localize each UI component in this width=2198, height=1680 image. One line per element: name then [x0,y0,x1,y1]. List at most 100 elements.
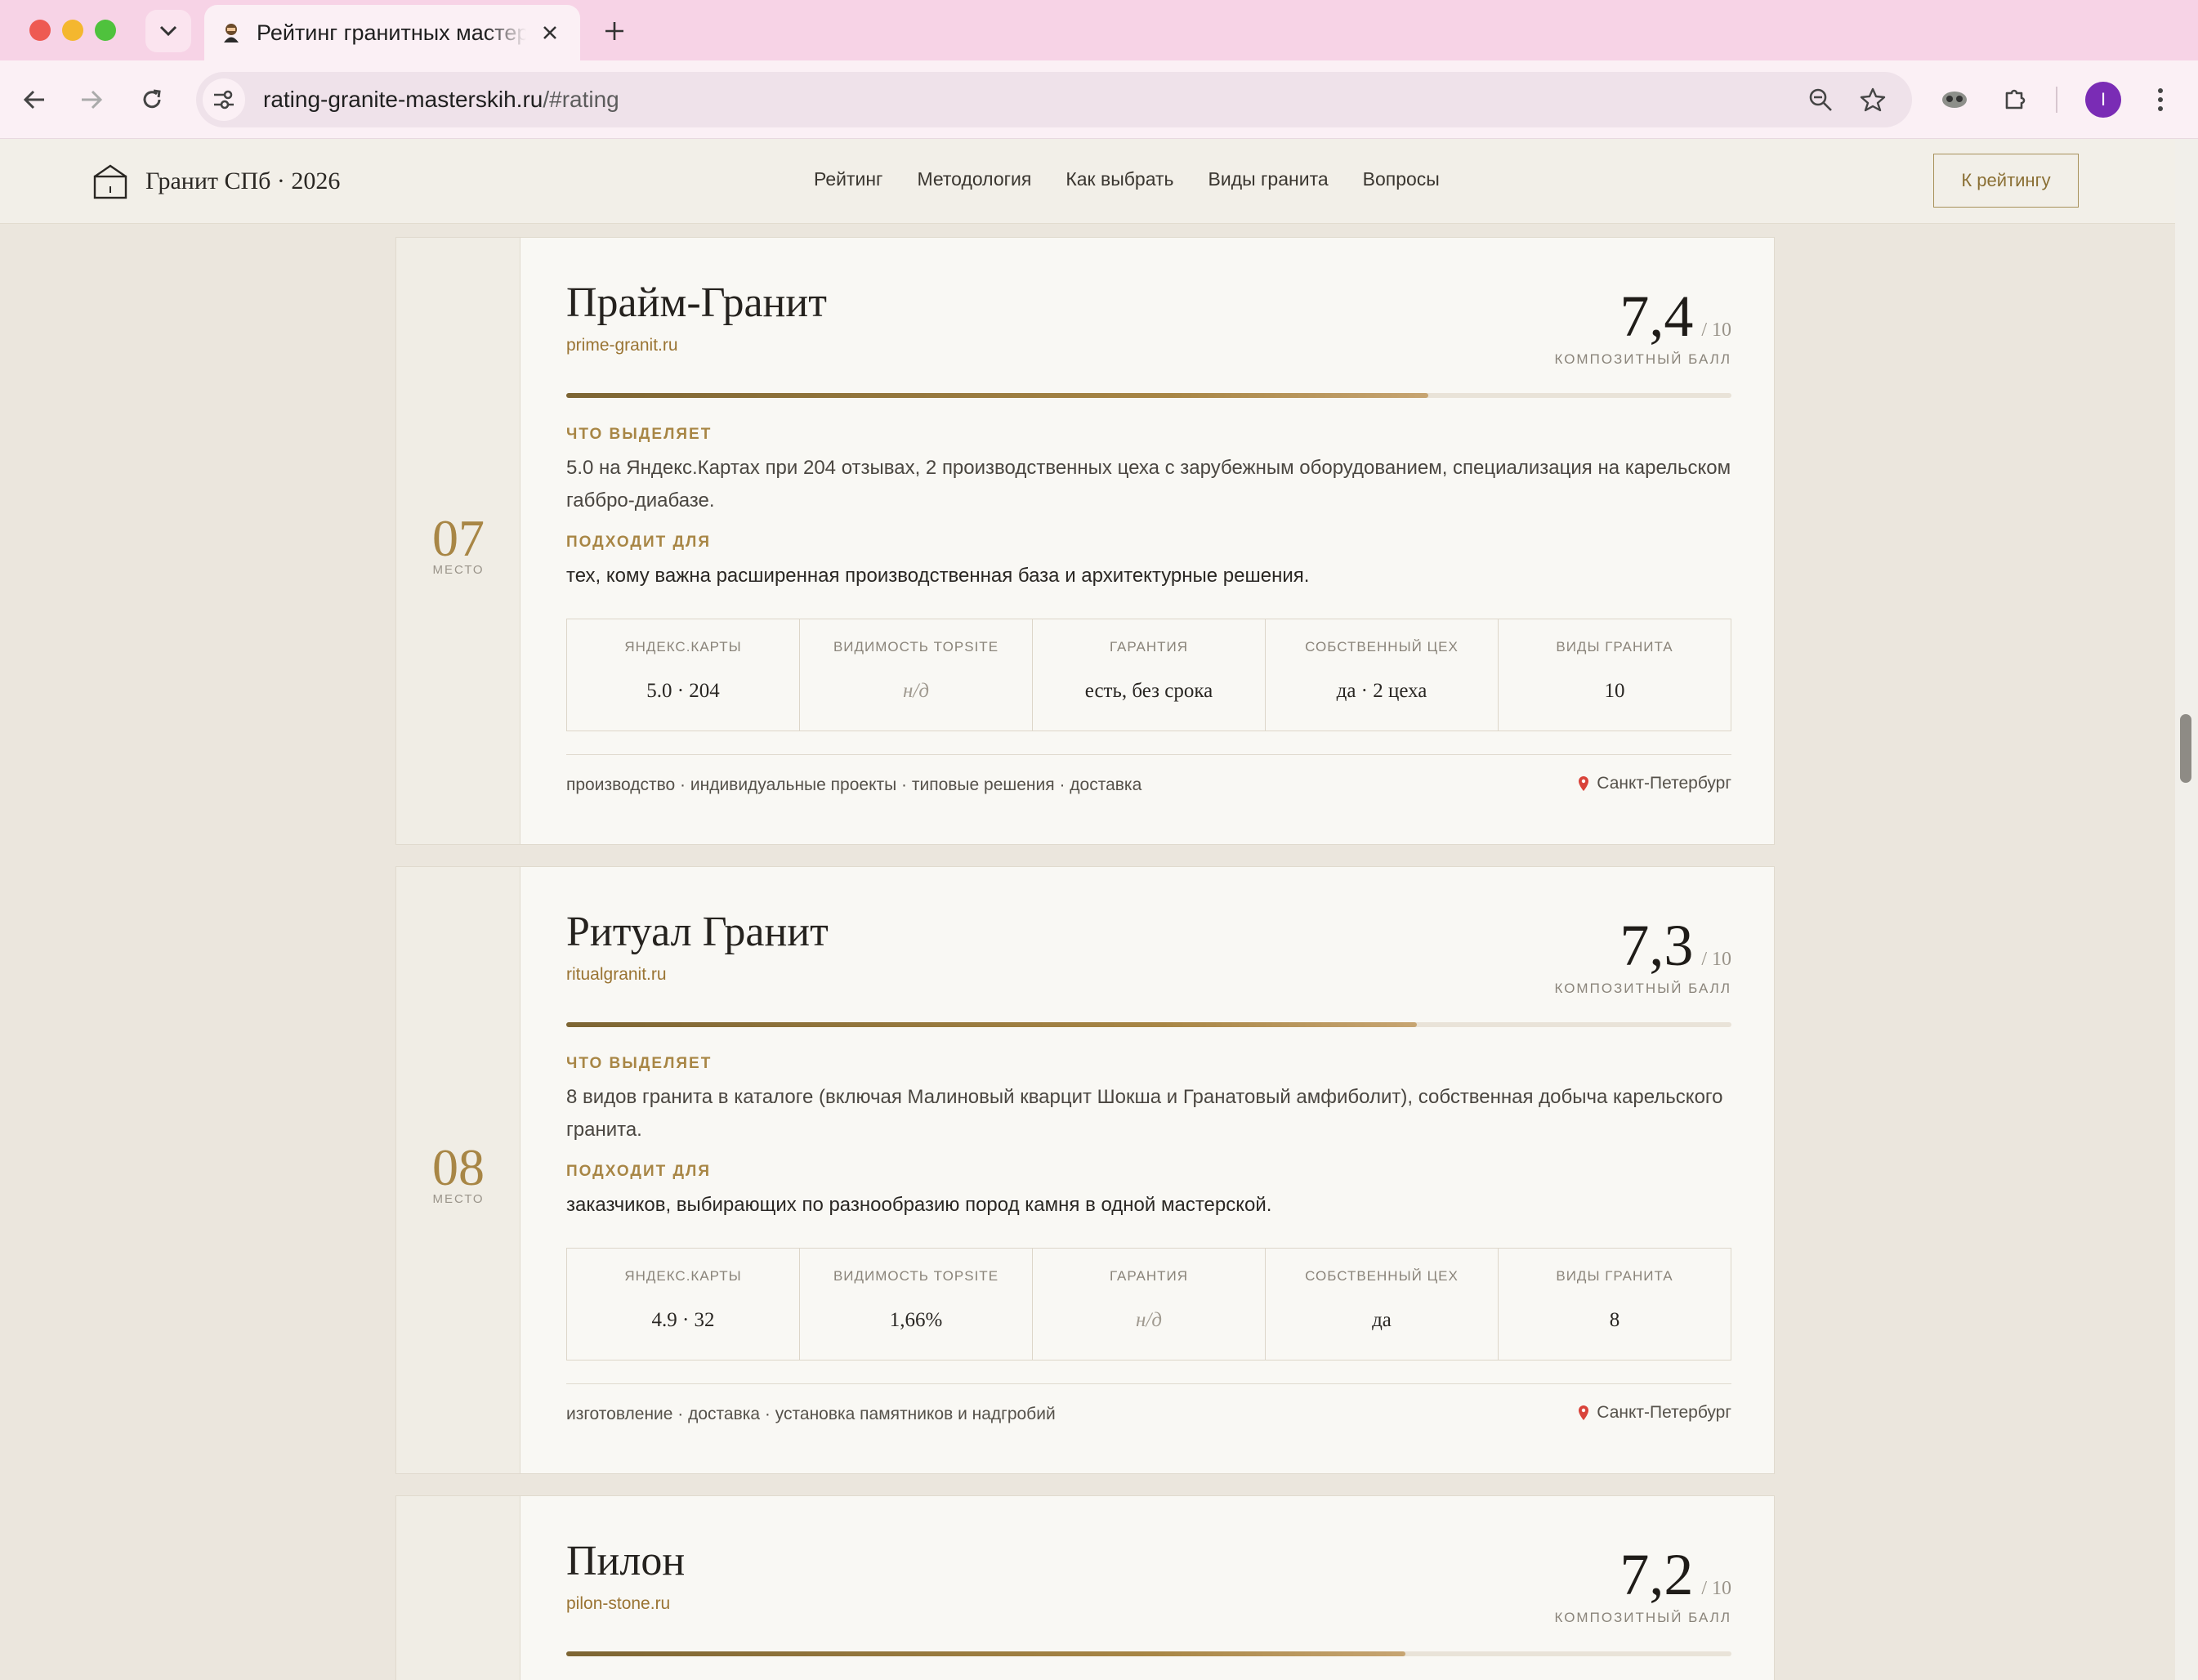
metric-granite-types: ВИДЫ ГРАНИТА 10 [1556,639,1673,702]
score-max: / 10 [1701,949,1731,970]
main-nav: Рейтинг Методология Как выбрать Виды гра… [814,168,1474,190]
rating-card-ritual-granit: 08 МЕСТО Ритуал Гранит ritualgranit.ru 7… [395,866,1775,1474]
tab-active[interactable]: Рейтинг гранитных мастерских [204,5,580,60]
metric-yandex-maps: ЯНДЕКС.КАРТЫ 5.0 · 204 [567,619,800,731]
fits-label: ПОДХОДИТ ДЛЯ [566,1163,712,1180]
arrow-left-icon [23,90,44,109]
rating-card-pilon: Пилон pilon-stone.ru 7,2 / 10 КОМПОЗИТНЫ… [395,1495,1775,1680]
tab-search-button[interactable] [145,10,191,52]
extension-icon[interactable] [1933,78,1976,121]
company-website-link[interactable]: ritualgranit.ru [566,965,667,985]
browser-tab-bar: Рейтинг гранитных мастерских [0,0,2198,60]
fits-label: ПОДХОДИТ ДЛЯ [566,534,712,551]
score-progress-bar [566,1022,1731,1027]
more-menu-icon[interactable] [2139,78,2182,121]
score-progress-fill [566,1651,1405,1656]
browser-toolbar: rating-granite-masterskih.ru/#rating I [0,60,2198,139]
nav-link-rating[interactable]: Рейтинг [814,168,882,190]
highlight-label: ЧТО ВЫДЕЛЯЕТ [566,1055,713,1072]
metric-yandex-maps: ЯНДЕКС.КАРТЫ 4.9 · 32 [567,1249,800,1360]
services-list: производство · индивидуальные проекты · … [566,775,1142,794]
score-value: 7,3 [1619,913,1694,978]
company-name: Ритуал Гранит [566,909,829,955]
score-max: / 10 [1701,319,1731,341]
bookmark-star-icon[interactable] [1852,78,1894,121]
rating-card-prime-granit: 07 МЕСТО Прайм-Гранит prime-granit.ru 7,… [395,237,1775,845]
tab-title: Рейтинг гранитных мастерских [257,20,526,45]
score-block: 7,4 / 10 КОМПОЗИТНЫЙ БАЛЛ [1554,284,1732,368]
plus-icon [605,22,623,40]
score-caption: КОМПОЗИТНЫЙ БАЛЛ [1554,980,1731,996]
site-logo[interactable]: Гранит СПб · 2026 [92,163,340,199]
city: Санкт-Петербург [1577,774,1731,793]
rank-column: 07 МЕСТО [396,238,520,844]
rank-label: МЕСТО [432,563,485,577]
zoom-icon[interactable] [1799,78,1842,121]
address-bar[interactable]: rating-granite-masterskih.ru/#rating [196,72,1912,127]
city: Санкт-Петербург [1577,1403,1731,1423]
score-progress-fill [566,1022,1417,1027]
site-info-icon[interactable] [203,78,245,121]
close-window-button[interactable] [29,20,51,41]
close-tab-icon[interactable] [536,19,564,47]
metric-topsite-visibility: ВИДИМОСТЬ TOPSITE 1,66% [800,1249,1033,1360]
back-button[interactable] [13,78,56,121]
logo-text: Гранит СПб · 2026 [145,168,341,194]
metric-warranty: ГАРАНТИЯ н/д [1033,1249,1266,1360]
maximize-window-button[interactable] [95,20,116,41]
reload-icon [143,89,161,109]
chevron-down-icon [159,25,177,37]
company-name: Пилон [566,1538,686,1584]
new-tab-button[interactable] [596,13,632,49]
profile-avatar[interactable]: I [2085,82,2121,118]
city-name: Санкт-Петербург [1597,774,1731,793]
monument-logo-icon [93,164,127,199]
city-name: Санкт-Петербург [1597,1403,1731,1422]
score-block: 7,2 / 10 КОМПОЗИТНЫЙ БАЛЛ [1554,1542,1732,1626]
metrics-table: ЯНДЕКС.КАРТЫ 5.0 · 204 ВИДИМОСТЬ TOPSITE н… [566,619,1731,731]
metric-own-workshop: СОБСТВЕННЫЙ ЦЕХ да [1266,1249,1499,1360]
minimize-window-button[interactable] [62,20,83,41]
company-website-link[interactable]: prime-granit.ru [566,336,678,355]
score-value: 7,4 [1619,284,1694,349]
location-pin-icon [1579,776,1589,791]
metrics-table: ЯНДЕКС.КАРТЫ 4.9 · 32 ВИДИМОСТЬ TOPSITE 1,… [566,1248,1731,1361]
nav-link-faq[interactable]: Вопросы [1363,168,1440,190]
score-block: 7,3 / 10 КОМПОЗИТНЫЙ БАЛЛ [1554,913,1732,997]
score-caption: КОМПОЗИТНЫЙ БАЛЛ [1554,351,1731,367]
services-list: изготовление · доставка · установка памя… [566,1405,1056,1423]
nav-link-how-to-choose[interactable]: Как выбрать [1065,168,1173,190]
metric-warranty: ГАРАНТИЯ есть, без срока [1033,619,1266,731]
score-progress-fill [566,393,1429,398]
extensions-puzzle-icon[interactable] [1994,78,2036,121]
site-header: Гранит СПб · 2026 Рейтинг Методология Ка… [0,139,2175,224]
forward-button[interactable] [70,78,113,121]
score-progress-bar [566,1651,1731,1656]
rank-number: 08 [432,1138,485,1196]
reload-button[interactable] [131,78,173,121]
rank-label: МЕСТО [432,1192,485,1206]
highlight-label: ЧТО ВЫДЕЛЯЕТ [566,426,713,443]
highlight-text: 5.0 на Яндекс.Картах при 204 отзывах, 2 … [566,457,1731,512]
nav-link-granite-types[interactable]: Виды гранита [1208,168,1329,190]
card-divider [566,1383,1731,1384]
scrollbar-thumb[interactable] [2180,714,2191,783]
score-max: / 10 [1701,1578,1731,1599]
metric-topsite-visibility: ВИДИМОСТЬ TOPSITE н/д [800,619,1033,731]
favicon-icon [221,22,242,43]
score-caption: КОМПОЗИТНЫЙ БАЛЛ [1554,1609,1731,1625]
page-scrollbar[interactable] [2175,139,2198,1680]
company-name: Прайм-Гранит [566,279,827,326]
metric-own-workshop: СОБСТВЕННЫЙ ЦЕХ да · 2 цеха [1266,619,1499,731]
arrow-right-icon [82,90,103,109]
location-pin-icon [1579,1405,1589,1420]
score-value: 7,2 [1619,1542,1694,1607]
toolbar-separator [2056,87,2057,113]
to-rating-button[interactable]: К рейтингу [1933,154,2079,208]
highlight-text: 8 видов гранита в каталоге (включая Мали… [566,1086,1723,1141]
metric-granite-types: ВИДЫ ГРАНИТА 8 [1556,1268,1673,1331]
url-text: rating-granite-masterskih.ru/#rating [263,87,619,112]
nav-link-methodology[interactable]: Методология [917,168,1031,190]
rank-column [396,1496,520,1680]
company-website-link[interactable]: pilon-stone.ru [566,1594,670,1614]
